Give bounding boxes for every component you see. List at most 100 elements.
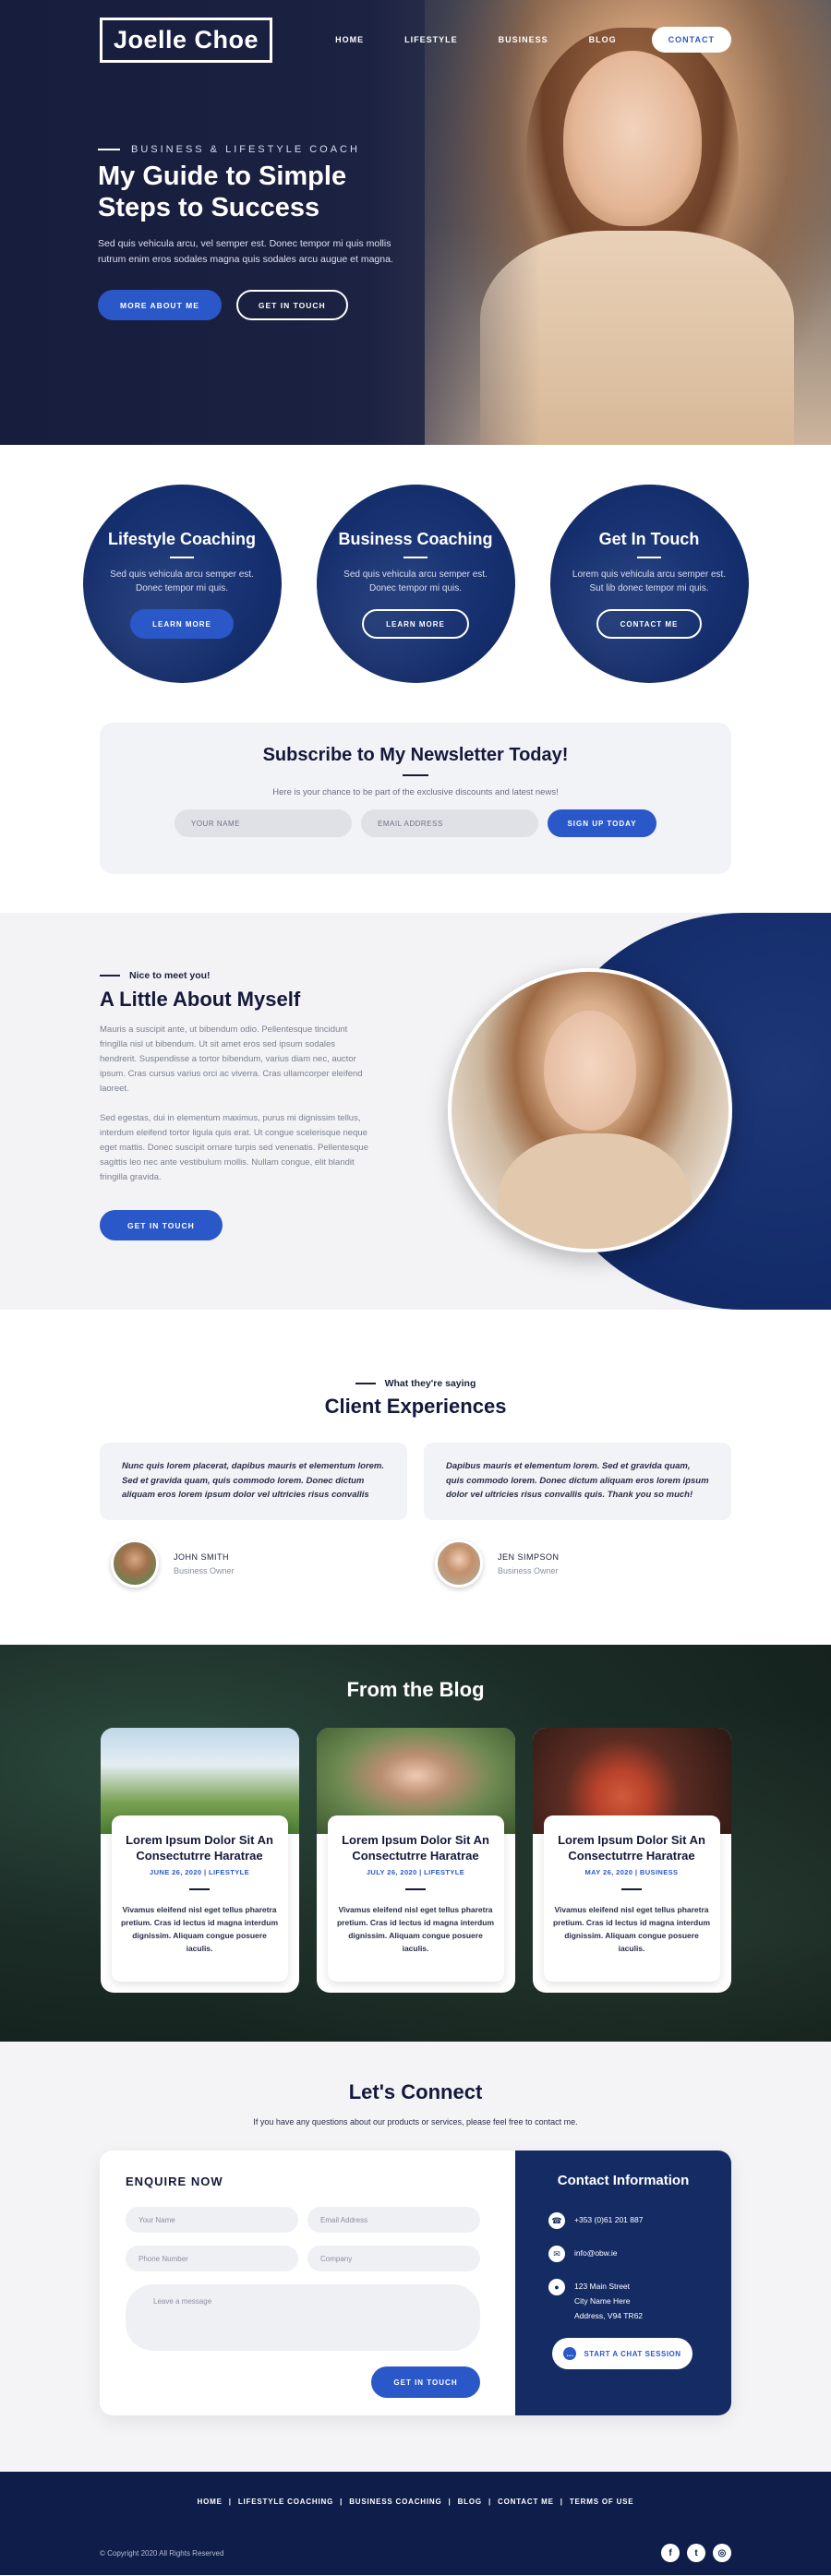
hero-section: Joelle Choe HOME LIFESTYLE BUSINESS BLOG… [0, 0, 831, 445]
phone-icon: ☎ [548, 2212, 565, 2229]
email-field[interactable] [307, 2207, 480, 2233]
avatar [111, 1540, 159, 1588]
nav-link-blog[interactable]: BLOG [589, 35, 617, 44]
about-eyebrow-text: Nice to meet you! [129, 970, 211, 981]
newsletter-text: Here is your chance to be part of the ex… [272, 787, 559, 797]
service-text: Lorem quis vehicula arcu semper est. Sut… [572, 569, 727, 593]
newsletter-email-input[interactable] [361, 809, 538, 837]
nav-link-lifestyle[interactable]: LIFESTYLE [404, 35, 458, 44]
hero-text: Sed quis vehicula arcu, vel semper est. … [98, 238, 393, 265]
testimonial-quote: Dapibus mauris et elementum lorem. Sed e… [424, 1443, 731, 1520]
blog-post-title[interactable]: Lorem Ipsum Dolor Sit An Consectutrre Ha… [121, 1832, 279, 1863]
blog-title: From the Blog [346, 1678, 485, 1701]
contact-info-panel: Contact Information ☎ +353 (0)61 201 887… [515, 2151, 731, 2415]
email-address[interactable]: info@obw.ie [574, 2246, 617, 2260]
service-circle-contact: Get In Touch Lorem quis vehicula arcu se… [549, 485, 749, 683]
contact-info-title: Contact Information [557, 2173, 690, 2188]
blog-post-title[interactable]: Lorem Ipsum Dolor Sit An Consectutrre Ha… [337, 1832, 495, 1863]
blog-post-meta: JUNE 26, 2020 | LIFESTYLE [150, 1868, 249, 1876]
author-role: Business Owner [498, 1565, 559, 1576]
newsletter-name-input[interactable] [175, 809, 352, 837]
message-field[interactable] [126, 2284, 480, 2351]
address-line: City Name Here [574, 2296, 631, 2306]
eyebrow-line [98, 149, 120, 150]
eyebrow-line [100, 975, 120, 976]
nav-links: HOME LIFESTYLE BUSINESS BLOG CONTACT [295, 27, 731, 53]
divider [405, 1888, 426, 1890]
about-eyebrow: Nice to meet you! [100, 970, 372, 981]
blog-section: From the Blog Lorem Ipsum Dolor Sit An C… [0, 1645, 831, 2042]
service-title: Business Coaching [338, 530, 493, 548]
address-line: Address, V94 TR62 [574, 2311, 644, 2320]
phone-field[interactable] [126, 2246, 298, 2271]
contact-me-button[interactable]: CONTACT ME [596, 609, 703, 639]
business-learn-more-button[interactable]: LEARN MORE [362, 609, 469, 639]
about-paragraph-1: Mauris a suscipit ante, ut bibendum odio… [100, 1024, 363, 1094]
divider [621, 1888, 642, 1890]
avatar [435, 1540, 483, 1588]
nav-link-home[interactable]: HOME [335, 35, 364, 44]
footer-link-lifestyle[interactable]: LIFESTYLE COACHING [238, 2498, 333, 2506]
divider [403, 774, 428, 776]
testimonials-eyebrow-text: What they're saying [384, 1378, 476, 1389]
testimonial-author: JEN SIMPSON Business Owner [424, 1540, 731, 1588]
contact-box: ENQUIRE NOW GET IN TOUCH Contact Informa… [100, 2151, 731, 2415]
author-name: JOHN SMITH [174, 1552, 229, 1562]
newsletter-title: Subscribe to My Newsletter Today! [262, 745, 569, 765]
testimonial-quote: Nunc quis lorem placerat, dapibus mauris… [100, 1443, 407, 1520]
contact-email: ✉ info@obw.ie [548, 2246, 709, 2262]
footer-link-blog[interactable]: BLOG [458, 2498, 482, 2506]
more-about-me-button[interactable]: MORE ABOUT ME [98, 290, 222, 320]
divider [170, 557, 194, 558]
footer-link-business[interactable]: BUSINESS COACHING [349, 2498, 441, 2506]
connect-section: Let's Connect If you have any questions … [0, 2042, 831, 2472]
services-section: Lifestyle Coaching Sed quis vehicula arc… [0, 485, 831, 683]
testimonial-list: Nunc quis lorem placerat, dapibus mauris… [0, 1443, 831, 1588]
instagram-icon[interactable]: ◎ [713, 2544, 731, 2562]
name-field[interactable] [126, 2207, 298, 2233]
contact-address: ● 123 Main Street City Name Here Address… [548, 2279, 709, 2323]
about-content: Nice to meet you! A Little About Myself … [100, 970, 372, 1240]
testimonial: Nunc quis lorem placerat, dapibus mauris… [100, 1443, 407, 1588]
blog-card[interactable]: Lorem Ipsum Dolor Sit An Consectutrre Ha… [532, 1728, 731, 1993]
hero-eyebrow-text: BUSINESS & LIFESTYLE COACH [131, 144, 360, 155]
footer-link-terms[interactable]: TERMS OF USE [570, 2498, 634, 2506]
testimonials-title: Client Experiences [324, 1395, 507, 1418]
footer-link-contact[interactable]: CONTACT ME [498, 2498, 554, 2506]
footer-links: HOME | LIFESTYLE COACHING | BUSINESS COA… [197, 2498, 634, 2506]
blog-post-excerpt: Vivamus eleifend nisl eget tellus pharet… [336, 1905, 495, 1953]
hero-get-in-touch-button[interactable]: GET IN TOUCH [235, 290, 348, 320]
service-text: Sed quis vehicula arcu semper est. Donec… [110, 569, 254, 593]
divider [189, 1888, 210, 1890]
company-field[interactable] [307, 2246, 480, 2271]
testimonials-eyebrow: What they're saying [355, 1378, 476, 1389]
facebook-icon[interactable]: f [661, 2544, 680, 2562]
author-role: Business Owner [174, 1565, 235, 1576]
nav-link-business[interactable]: BUSINESS [499, 35, 548, 44]
site-logo[interactable]: Joelle Choe [100, 17, 273, 63]
sign-up-button[interactable]: SIGN UP TODAY [548, 809, 656, 837]
blog-card[interactable]: Lorem Ipsum Dolor Sit An Consectutrre Ha… [316, 1728, 515, 1993]
blog-post-list: Lorem Ipsum Dolor Sit An Consectutrre Ha… [0, 1728, 831, 1993]
blog-post-title[interactable]: Lorem Ipsum Dolor Sit An Consectutrre Ha… [553, 1832, 711, 1863]
lifestyle-learn-more-button[interactable]: LEARN MORE [130, 609, 234, 639]
social-links: f t ◎ [661, 2544, 731, 2562]
about-get-in-touch-button[interactable]: GET IN TOUCH [100, 1210, 223, 1240]
enquiry-submit-button[interactable]: GET IN TOUCH [371, 2366, 480, 2398]
blog-post-meta: MAY 26, 2020 | BUSINESS [584, 1868, 679, 1876]
blog-card[interactable]: Lorem Ipsum Dolor Sit An Consectutrre Ha… [100, 1728, 299, 1993]
phone-number[interactable]: +353 (0)61 201 887 [574, 2212, 643, 2227]
hero-title: My Guide to Simple Steps to Success [98, 162, 347, 222]
blog-post-excerpt: Vivamus eleifend nisl eget tellus pharet… [552, 1905, 711, 1953]
top-nav: Joelle Choe HOME LIFESTYLE BUSINESS BLOG… [100, 17, 731, 63]
footer-link-home[interactable]: HOME [198, 2498, 223, 2506]
start-chat-button[interactable]: … START A CHAT SESSION [552, 2338, 692, 2369]
chat-icon: … [563, 2347, 577, 2360]
newsletter-section: Subscribe to My Newsletter Today! Here i… [100, 723, 731, 874]
divider [403, 557, 428, 558]
blog-post-excerpt: Vivamus eleifend nisl eget tellus pharet… [120, 1905, 279, 1953]
testimonial: Dapibus mauris et elementum lorem. Sed e… [424, 1443, 731, 1588]
nav-contact-button[interactable]: CONTACT [651, 27, 731, 53]
newsletter-form: SIGN UP TODAY [100, 809, 731, 837]
twitter-icon[interactable]: t [687, 2544, 705, 2562]
